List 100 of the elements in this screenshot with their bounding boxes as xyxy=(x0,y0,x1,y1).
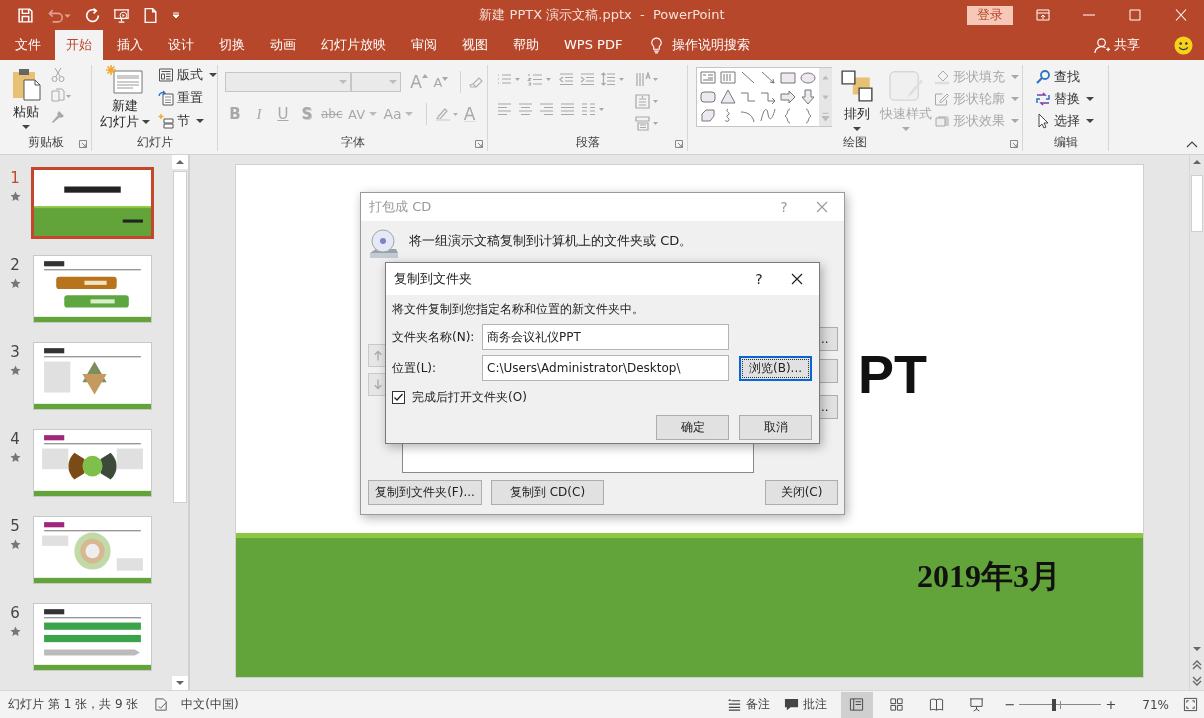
freeform-icon[interactable] xyxy=(699,107,717,125)
customize-caret-icon[interactable] xyxy=(171,10,181,20)
slider-thumb[interactable] xyxy=(1051,698,1056,711)
dialog-button[interactable]: 取消 xyxy=(739,415,812,440)
zoom-slider[interactable] xyxy=(1019,698,1102,711)
fit-to-window-icon[interactable] xyxy=(1183,697,1198,712)
dialog-launcher-icon[interactable] xyxy=(475,140,483,148)
new-slide-icon xyxy=(106,65,144,95)
align-center-icon[interactable] xyxy=(517,101,533,117)
repeat-icon[interactable] xyxy=(84,6,101,24)
ribbon-tab[interactable]: WPS PDF xyxy=(553,30,634,60)
block-arrow-down-icon[interactable] xyxy=(799,88,817,106)
new-slide-button[interactable]: 新建 幻灯片 xyxy=(94,65,156,134)
triangle-icon[interactable] xyxy=(719,88,737,106)
browse-button[interactable]: 浏览(B)... xyxy=(739,355,812,381)
ribbon-tab[interactable]: 视图 xyxy=(451,30,499,60)
language-indicator[interactable]: 中文(中国) xyxy=(181,696,239,713)
help-button[interactable]: ? xyxy=(749,271,769,287)
scroll-down-icon[interactable] xyxy=(172,676,188,690)
slideshow-icon[interactable] xyxy=(113,6,130,24)
arrange-button[interactable]: 排列 xyxy=(838,69,876,134)
text-box-icon[interactable] xyxy=(699,69,717,87)
smiley-icon[interactable] xyxy=(1174,35,1193,55)
caret-icon[interactable] xyxy=(404,111,413,117)
edit-command[interactable]: 查找 xyxy=(1035,67,1108,87)
dialog-button[interactable]: 确定 xyxy=(656,415,729,440)
slide-thumbnail[interactable] xyxy=(33,603,152,671)
lightbulb-icon[interactable] xyxy=(650,36,664,54)
ribbon-tab[interactable]: 动画 xyxy=(259,30,307,60)
previous-slide-icon[interactable] xyxy=(1190,658,1204,672)
zoom-out-button[interactable]: − xyxy=(1004,697,1016,712)
scrollbar[interactable] xyxy=(172,155,188,690)
dialog-launcher-icon[interactable] xyxy=(79,140,87,148)
collapse-ribbon-icon[interactable] xyxy=(1186,140,1198,148)
ribbon-tab[interactable]: 文件 xyxy=(4,30,52,60)
ribbon-tab[interactable]: 帮助 xyxy=(502,30,550,60)
ribbon-tab[interactable]: 切换 xyxy=(208,30,256,60)
slide-thumbnail[interactable] xyxy=(33,429,152,497)
checkbox-label[interactable]: 完成后打开文件夹(O) xyxy=(412,389,527,406)
columns-icon[interactable] xyxy=(580,101,606,117)
ribbon-command[interactable]: 节 xyxy=(158,111,217,131)
align-left-icon[interactable] xyxy=(496,101,512,117)
ribbon-tab[interactable]: 审阅 xyxy=(400,30,448,60)
slide-thumbnail[interactable] xyxy=(33,342,152,410)
ribbon-tab[interactable]: 设计 xyxy=(157,30,205,60)
dialog-button[interactable]: 关闭(C) xyxy=(765,480,838,505)
edit-command[interactable]: 替换 xyxy=(1035,89,1108,109)
view-button[interactable] xyxy=(840,691,873,718)
maximize-icon[interactable] xyxy=(1128,9,1142,21)
smartart-icon[interactable] xyxy=(634,115,660,131)
dialog-button[interactable]: .. xyxy=(820,395,838,419)
dialog-launcher-icon[interactable] xyxy=(1010,140,1018,148)
ribbon-command[interactable]: 重置 xyxy=(158,88,217,108)
dialog-launcher-icon[interactable] xyxy=(675,140,683,148)
scroll-thumb[interactable] xyxy=(1191,175,1203,232)
justify-icon[interactable] xyxy=(559,101,575,117)
ribbon-tab[interactable]: 插入 xyxy=(106,30,154,60)
ribbon-tab[interactable]: 幻灯片放映 xyxy=(310,30,397,60)
new-file-icon[interactable] xyxy=(142,6,159,24)
slide-thumbnail[interactable] xyxy=(33,516,152,584)
move-down-button[interactable] xyxy=(368,373,388,396)
next-slide-icon[interactable] xyxy=(1190,674,1204,688)
slide-thumbnail[interactable] xyxy=(33,255,152,323)
text-field[interactable]: C:\Users\Administrator\Desktop\ xyxy=(482,355,729,381)
caret-icon[interactable] xyxy=(368,111,377,117)
text-field[interactable]: 商务会议礼仪PPT xyxy=(482,324,729,350)
share-button[interactable]: 共享 xyxy=(1114,36,1140,54)
checkbox[interactable] xyxy=(392,391,405,404)
ribbon-command[interactable]: 版式 xyxy=(158,65,217,85)
highlighter-icon[interactable] xyxy=(433,106,460,122)
share-person-icon[interactable] xyxy=(1094,36,1111,54)
scroll-thumb[interactable] xyxy=(173,171,187,503)
save-icon[interactable] xyxy=(17,6,34,24)
comments-button[interactable]: 批注 xyxy=(783,696,827,713)
zoom-in-button[interactable]: + xyxy=(1105,697,1117,712)
text-direction-icon[interactable] xyxy=(634,71,660,87)
align-right-icon[interactable] xyxy=(538,101,554,117)
scroll-up-icon[interactable] xyxy=(172,155,188,169)
notes-button[interactable]: 备注 xyxy=(726,696,770,713)
move-up-button[interactable] xyxy=(368,344,388,367)
block-arrow-right-icon[interactable] xyxy=(779,88,797,106)
dialog-button[interactable]: .. xyxy=(820,327,838,351)
dialog-button[interactable] xyxy=(820,359,838,383)
rectangle-icon[interactable] xyxy=(779,69,797,87)
arrow-line-icon[interactable] xyxy=(759,69,777,87)
ribbon-tab[interactable]: 开始 xyxy=(55,30,103,60)
edit-command[interactable]: 选择 xyxy=(1035,111,1108,131)
dialog-button[interactable]: 复制到 CD(C) xyxy=(491,480,604,505)
slide-thumbnail[interactable] xyxy=(31,167,154,239)
close-icon[interactable] xyxy=(791,273,803,285)
vertical-text-box-icon[interactable] xyxy=(719,69,737,87)
align-text-icon[interactable] xyxy=(634,93,660,109)
tell-me-search[interactable]: 操作说明搜索 xyxy=(672,36,751,54)
paste-button[interactable]: 粘贴 xyxy=(6,67,46,134)
spell-check-icon[interactable] xyxy=(154,697,170,712)
dialog-button[interactable]: 复制到文件夹(F)... xyxy=(368,480,482,505)
login-button[interactable]: 登录 xyxy=(967,5,1013,25)
ribbon-display-icon[interactable] xyxy=(1036,9,1050,21)
scrollbar[interactable] xyxy=(1189,155,1204,690)
zoom-level[interactable]: 71% xyxy=(1142,697,1169,712)
